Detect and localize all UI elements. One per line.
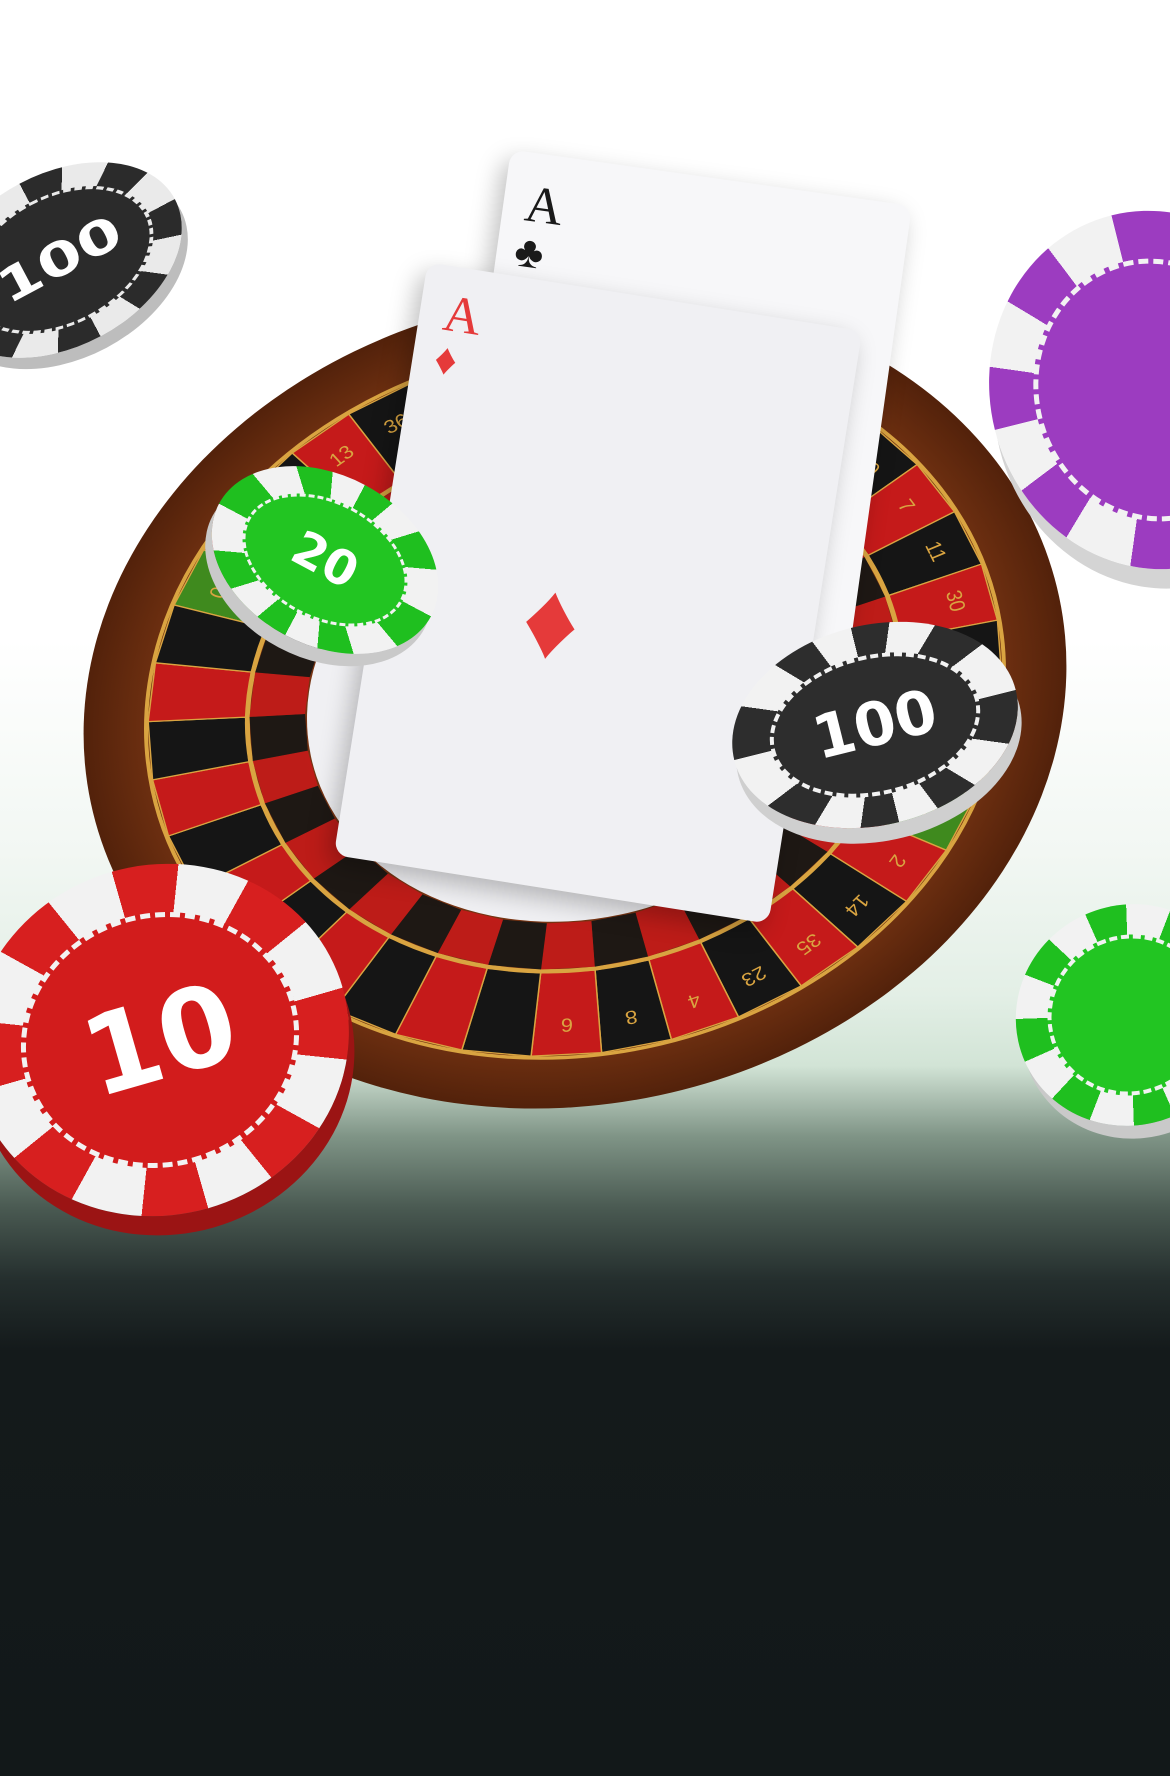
casino-banner: 0027113363153422517322071130269280214352… [0,0,1170,1776]
diamond-icon: ♦ [430,333,461,386]
clubs-icon: ♣ [511,226,547,279]
wheel-pocket-number: 6 [561,1014,573,1036]
card-rank: A [521,175,567,238]
diamond-icon: ♦ [513,555,589,686]
